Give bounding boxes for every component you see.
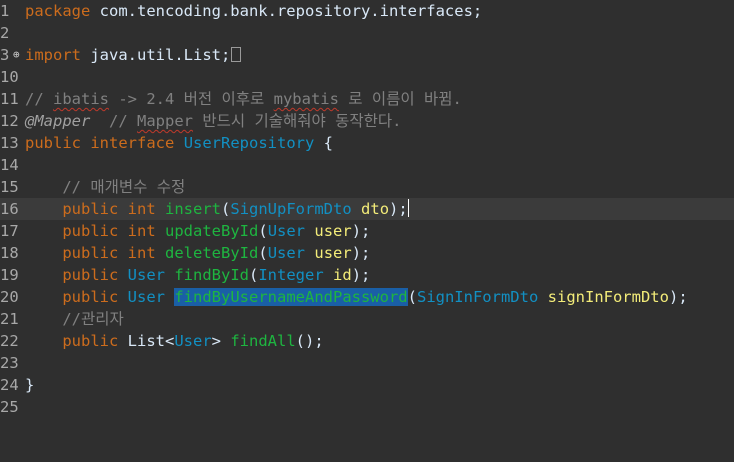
method-name: updateById [165,222,259,240]
comment-text: 로 이름이 바뀜. [338,90,462,108]
keyword-public: public [62,332,119,350]
comment-text: -> 2.4 버전 이후로 [109,90,274,108]
line-number: 2 [0,24,10,42]
code-line[interactable]: 2 [0,22,734,44]
code-line[interactable]: 21 //관리자 [0,308,734,330]
keyword-public: public [62,244,119,262]
method-name: insert [165,200,222,218]
line-number: 16 [0,200,19,218]
keyword-interface: interface [90,134,175,152]
method-name: findAll [230,332,296,350]
code-line[interactable]: 10 [0,66,734,88]
code-line[interactable]: 15 // 매개변수 수정 [0,176,734,198]
keyword-int: int [127,222,156,240]
return-type: List [127,332,165,350]
line-number: 23 [0,354,19,372]
line-number: 15 [0,178,19,196]
param-type: User [267,244,306,262]
comment-text: // [90,112,137,130]
code-line[interactable]: 1 package com.tencoding.bank.repository.… [0,0,734,22]
line-number: 13 [0,134,19,152]
line-number: 18 [0,244,19,262]
line-number: 25 [0,398,19,416]
code-line[interactable]: 14 [0,154,734,176]
param-name: id [333,266,352,284]
code-line[interactable]: 3 ⊕ import java.util.List; [0,44,734,66]
line-number: 24 [0,376,19,394]
param-name: dto [361,200,390,218]
keyword-int: int [127,200,156,218]
code-line[interactable]: 24 } [0,374,734,396]
param-name: user [314,222,352,240]
text-cursor [407,199,409,217]
code-line[interactable]: 25 [0,396,734,418]
code-editor[interactable]: 1 package com.tencoding.bank.repository.… [0,0,734,416]
line-number: 17 [0,222,19,240]
method-name: findById [174,266,249,284]
code-line-current[interactable]: 16 public int insert(SignUpFormDto dto); [0,198,734,220]
param-type: SignInFormDto [416,288,539,306]
line-number: 19 [0,266,19,284]
line-number: 22 [0,332,19,350]
comment-text: // 매개변수 수정 [62,178,186,196]
interface-name: UserRepository [183,134,315,152]
return-type: User [127,288,165,306]
keyword-public: public [62,266,119,284]
import-name: java.util.List; [81,46,231,64]
code-line[interactable]: 12 @Mapper // Mapper 반드시 기술해줘야 동작한다. [0,110,734,132]
line-number: 14 [0,156,19,174]
code-line[interactable]: 22 public List<User> findAll(); [0,330,734,352]
comment-text: //관리자 [62,310,124,328]
package-name: com.tencoding.bank.repository.interfaces… [90,2,483,20]
keyword-package: package [25,2,91,20]
return-type: User [127,266,165,284]
generic-type: User [174,332,212,350]
line-number: 21 [0,310,19,328]
keyword-import: import [25,46,81,64]
keyword-public: public [62,288,119,306]
comment-text: 반드시 기술해줘야 동작한다. [193,112,402,130]
selected-method-name[interactable]: findByUsernameAndPassword [174,288,408,306]
keyword-public: public [62,222,119,240]
code-line[interactable]: 11 // ibatis -> 2.4 버전 이후로 mybatis 로 이름이… [0,88,734,110]
code-line[interactable]: 17 public int updateById(User user); [0,220,734,242]
line-number: 1 [0,2,10,20]
comment-text: // [25,90,53,108]
comment-misspelled-word: ibatis [53,90,109,108]
code-line[interactable]: 13 public interface UserRepository { [0,132,734,154]
line-number: 11 [0,90,19,108]
code-line[interactable]: 20 public User findByUsernameAndPassword… [0,286,734,308]
param-name: signInFormDto [547,288,669,306]
param-type: User [267,222,306,240]
code-line[interactable]: 23 [0,352,734,374]
keyword-int: int [127,244,156,262]
line-number: 12 [0,112,19,130]
comment-misspelled-word: mybatis [273,90,339,108]
method-name: deleteById [165,244,259,262]
line-number: 20 [0,288,19,306]
collapsed-block-icon[interactable] [231,47,242,62]
code-line[interactable]: 19 public User findById(Integer id); [0,264,734,286]
keyword-public: public [62,200,119,218]
annotation: @Mapper [25,112,91,130]
comment-misspelled-word: Mapper [137,112,193,130]
line-number: 10 [0,68,19,86]
param-name: user [314,244,352,262]
close-brace: } [25,376,35,394]
param-type: Integer [258,266,324,284]
keyword-public: public [25,134,81,152]
param-type: SignUpFormDto [230,200,352,218]
code-line[interactable]: 18 public int deleteById(User user); [0,242,734,264]
open-brace: { [314,134,334,152]
fold-expand-icon[interactable]: ⊕ [13,44,23,66]
